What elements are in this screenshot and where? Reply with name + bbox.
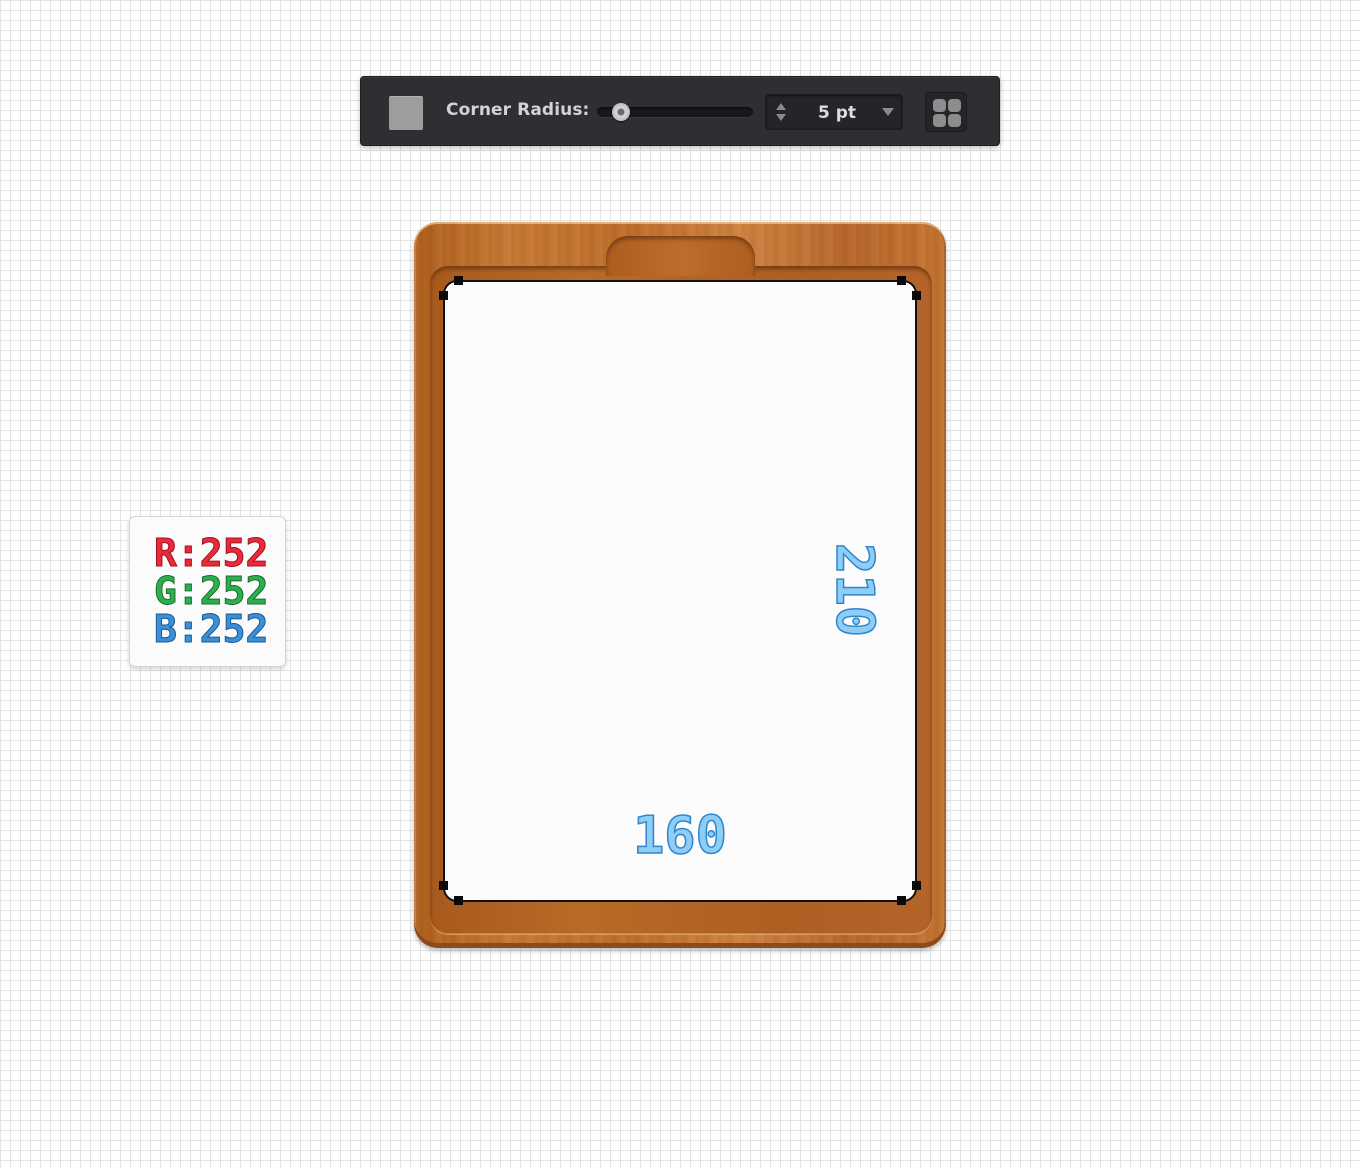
anchor-point[interactable] bbox=[897, 896, 906, 905]
green-channel-row: G:252 bbox=[154, 569, 274, 613]
red-channel-row: R:252 bbox=[154, 531, 274, 575]
slider-thumb[interactable] bbox=[612, 103, 631, 121]
blue-channel-value: 252 bbox=[199, 607, 269, 651]
height-dimension-label: 210 bbox=[823, 542, 885, 637]
clipboard-notch bbox=[606, 236, 755, 276]
rgb-readout-card: R:252 G:252 B:252 bbox=[129, 516, 286, 667]
corner-mode-button[interactable] bbox=[925, 92, 967, 132]
radius-value-field[interactable]: 5 pt bbox=[765, 94, 903, 130]
green-channel-label: G: bbox=[154, 569, 201, 613]
anchor-point[interactable] bbox=[897, 276, 906, 285]
corner-radius-toolbar: Corner Radius: 5 pt bbox=[360, 76, 1000, 146]
blue-channel-label: B: bbox=[154, 607, 201, 651]
up-down-arrows-icon[interactable] bbox=[774, 100, 788, 124]
chevron-down-icon[interactable] bbox=[882, 108, 894, 116]
four-corners-icon bbox=[933, 99, 961, 127]
corner-radius-label: Corner Radius: bbox=[446, 100, 590, 120]
red-channel-label: R: bbox=[154, 531, 201, 575]
red-channel-value: 252 bbox=[199, 531, 269, 575]
anchor-point[interactable] bbox=[439, 291, 448, 300]
radius-value[interactable]: 5 pt bbox=[818, 103, 856, 123]
green-channel-value: 252 bbox=[199, 569, 269, 613]
blue-channel-row: B:252 bbox=[154, 607, 274, 651]
anchor-point[interactable] bbox=[912, 291, 921, 300]
rounded-rectangle-icon[interactable] bbox=[389, 96, 423, 130]
anchor-point[interactable] bbox=[454, 276, 463, 285]
anchor-point[interactable] bbox=[454, 896, 463, 905]
width-dimension-label: 160 bbox=[632, 806, 727, 866]
anchor-point[interactable] bbox=[912, 881, 921, 890]
anchor-point[interactable] bbox=[439, 881, 448, 890]
